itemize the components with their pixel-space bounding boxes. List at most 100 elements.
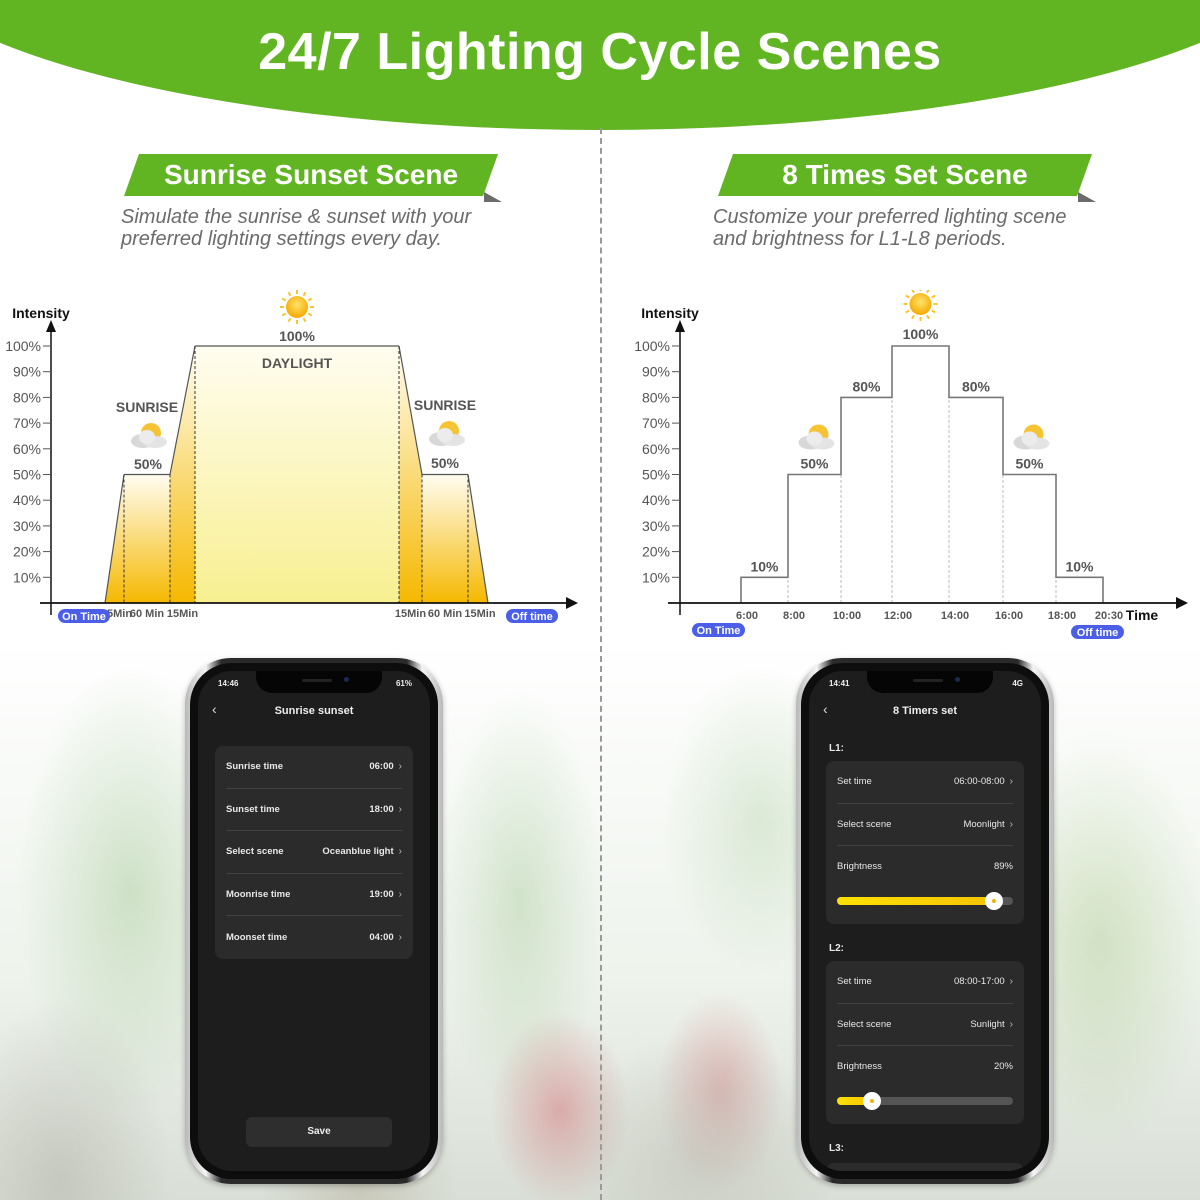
row-label: Select scene — [837, 818, 892, 830]
sun-cloud-icon — [1013, 424, 1050, 450]
brightness-label: Brightness — [837, 860, 882, 872]
y-tick-label: 20% — [642, 544, 670, 560]
step-value-label: 80% — [962, 378, 991, 394]
area-segment — [195, 346, 399, 603]
y-axis-title: Intensity — [12, 305, 70, 321]
row-select-scene[interactable]: Select scene Moonlight › — [837, 804, 1013, 846]
timer-card-l2: Set time 08:00-17:00 › Select scene Sunli… — [826, 961, 1024, 1124]
network-status: 4G — [1012, 679, 1023, 688]
y-axis-arrow-icon — [675, 320, 685, 332]
x-segment-label: 60 Min — [428, 608, 463, 620]
y-tick-label: 60% — [13, 441, 41, 457]
y-tick-label: 30% — [642, 518, 670, 534]
sun-cloud-icon — [798, 424, 835, 450]
chevron-right-icon: › — [1009, 818, 1013, 830]
row-select-scene[interactable]: Select scene Oceanblue light › — [226, 831, 402, 874]
chevron-right-icon: › — [398, 761, 402, 773]
phone-notch — [256, 671, 382, 693]
ribbon-8-times-set: 8 Times Set Scene — [718, 154, 1096, 202]
slider-thumb[interactable] — [984, 892, 1003, 910]
subtitle-line: and brightness for L1-L8 periods. — [713, 228, 1007, 250]
y-tick-label: 70% — [13, 415, 41, 431]
sun-icon — [280, 290, 314, 324]
ribbon-label: Sunrise Sunset Scene — [163, 159, 459, 190]
brightness-slider[interactable] — [837, 886, 1013, 924]
row-select-scene[interactable]: Select scene Sunlight › — [837, 1004, 1013, 1046]
y-tick-label: 10% — [642, 569, 670, 585]
row-value: 06:00-08:00 — [953, 776, 1005, 788]
section-label-l2: L2: — [829, 943, 844, 954]
brightness-label: Brightness — [837, 1060, 882, 1072]
brightness-row: Brightness 20% — [837, 1046, 1013, 1086]
area-segment — [399, 346, 422, 603]
x-tick-label: 12:00 — [884, 610, 912, 622]
row-label: Sunset time — [226, 803, 280, 815]
section-label-l3: L3: — [829, 1143, 844, 1154]
x-segment-label: 15Min — [167, 608, 198, 620]
screen-title: 8 Timers set — [892, 705, 957, 717]
row-moonrise-time[interactable]: Moonrise time 19:00 › — [226, 874, 402, 916]
save-button[interactable]: Save — [246, 1117, 392, 1147]
battery-status: 61% — [395, 679, 412, 688]
subtitle-line: preferred lighting settings every day. — [121, 228, 442, 250]
y-tick-label: 100% — [5, 338, 41, 354]
x-segment-label: 60 Min — [130, 608, 165, 620]
row-label: Set time — [837, 776, 872, 788]
timer-card-l3 — [826, 1163, 1024, 1171]
y-tick-label: 50% — [642, 467, 670, 483]
area-segment — [124, 474, 170, 603]
y-tick-label: 20% — [13, 544, 41, 560]
sun-cloud-icon — [429, 421, 465, 446]
sun-cloud-icon — [131, 423, 167, 448]
subtitle-left: Simulate the sunrise & sunset with your … — [121, 206, 471, 250]
on-time-badge: On Time — [58, 609, 110, 623]
row-set-time[interactable]: Set time 08:00-17:00 › — [837, 961, 1013, 1004]
brightness-slider[interactable] — [837, 1086, 1013, 1124]
subtitle-line: Customize your preferred lighting scene — [713, 206, 1067, 228]
ribbon-label: 8 Times Set Scene — [782, 159, 1028, 190]
row-label: Moonrise time — [226, 888, 291, 900]
y-tick-label: 40% — [642, 492, 670, 508]
y-axis-title: Intensity — [641, 305, 699, 321]
row-value: Oceanblue light — [322, 846, 394, 858]
timer-card-l1: Set time 06:00-08:00 › Select scene Moonl… — [826, 761, 1024, 924]
chevron-right-icon: › — [1009, 1018, 1013, 1030]
row-sunrise-time[interactable]: Sunrise time 06:00 › — [226, 746, 402, 789]
step-value-label: 10% — [750, 558, 779, 574]
svg-text:On Time: On Time — [62, 611, 106, 623]
section-divider — [600, 128, 602, 1200]
row-label: Select scene — [837, 1018, 892, 1030]
x-axis-arrow-icon — [566, 597, 578, 609]
row-sunset-time[interactable]: Sunset time 18:00 › — [226, 789, 402, 831]
phone-notch — [867, 671, 993, 693]
svg-text:On Time: On Time — [697, 625, 741, 637]
row-moonset-time[interactable]: Moonset time 04:00 › — [226, 916, 402, 959]
brightness-row: Brightness 89% — [837, 846, 1013, 886]
row-value: 08:00-17:00 — [953, 976, 1005, 988]
phone-8-timers: 14:41 4G ‹ 8 Timers set L1: Set time 06:… — [796, 658, 1054, 1184]
x-segment-label: 15Min — [464, 608, 495, 620]
row-label: Sunrise time — [226, 761, 284, 773]
x-axis-arrow-icon — [1176, 597, 1188, 609]
x-tick-label: 16:00 — [995, 610, 1023, 622]
brightness-value: 89% — [993, 860, 1013, 872]
slider-thumb[interactable] — [863, 1092, 882, 1110]
step-value-label: 100% — [903, 326, 939, 342]
on-time-badge: On Time — [692, 623, 745, 637]
annotation-value: 50% — [431, 455, 460, 471]
chevron-right-icon: › — [398, 931, 402, 943]
x-tick-label: 6:00 — [736, 610, 758, 622]
app-screen: 14:41 4G ‹ 8 Timers set L1: Set time 06:… — [809, 671, 1041, 1171]
y-tick-label: 80% — [13, 389, 41, 405]
y-tick-label: 50% — [13, 467, 41, 483]
row-value: 06:00 — [369, 761, 394, 773]
y-tick-label: 80% — [642, 389, 670, 405]
annotation-value: 100% — [279, 328, 315, 344]
screen-title: Sunrise sunset — [274, 705, 354, 717]
row-value: Sunlight — [970, 1018, 1005, 1030]
annotation-value: 50% — [134, 456, 163, 472]
x-tick-label: 18:00 — [1048, 610, 1076, 622]
row-set-time[interactable]: Set time 06:00-08:00 › — [837, 761, 1013, 804]
row-label: Set time — [837, 976, 872, 988]
row-label: Moonset time — [226, 931, 288, 943]
